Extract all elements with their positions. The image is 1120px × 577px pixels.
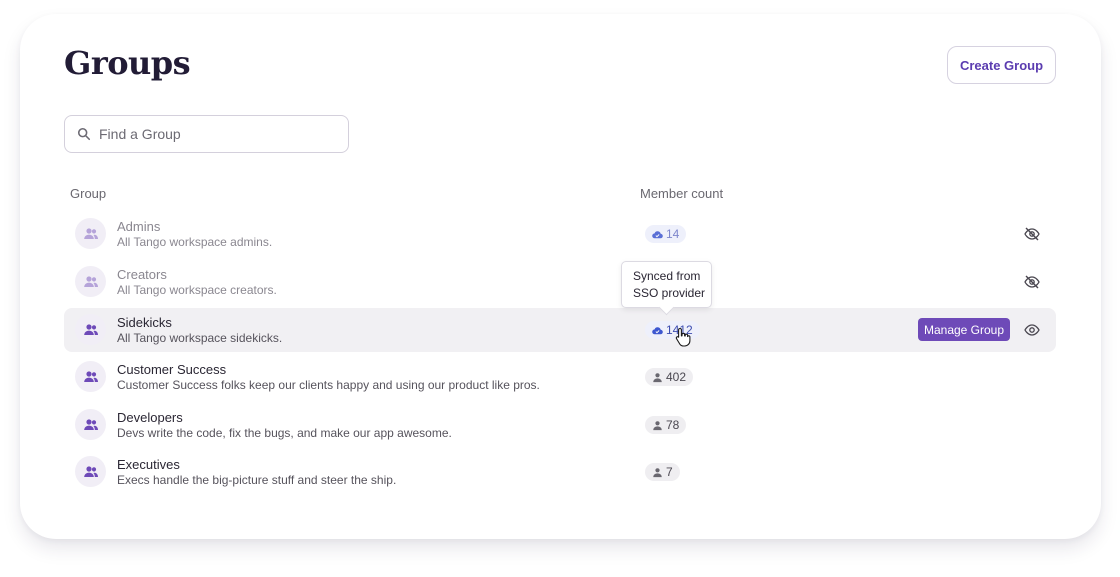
member-count-badge[interactable]: 402	[645, 368, 694, 386]
member-count: 14	[666, 227, 680, 241]
search-icon	[77, 127, 91, 141]
table-row-creators[interactable]: Creators All Tango workspace creators.	[64, 260, 1056, 304]
group-icon	[83, 465, 98, 477]
page-title: Groups	[64, 44, 191, 82]
person-icon	[653, 420, 662, 430]
tooltip-line-1: Synced from	[633, 269, 701, 283]
table-row-sidekicks[interactable]: Sidekicks All Tango workspace sidekicks.…	[64, 308, 1056, 352]
cloud-icon	[652, 326, 663, 334]
group-icon	[83, 227, 98, 239]
cloud-icon	[652, 230, 663, 238]
tooltip-line-2: SSO provider	[633, 286, 706, 300]
create-group-button[interactable]: Create Group	[947, 46, 1056, 84]
group-name: Sidekicks	[117, 315, 172, 330]
member-count: 78	[666, 418, 680, 432]
avatar	[75, 456, 106, 487]
member-count-badge[interactable]: 78	[645, 416, 687, 434]
group-name: Executives	[117, 457, 180, 472]
table-row-executives[interactable]: Executives Execs handle the big-picture …	[64, 450, 1056, 494]
group-icon	[83, 418, 98, 430]
member-count-badge[interactable]: 1412	[645, 321, 700, 339]
search-input[interactable]	[99, 126, 339, 142]
group-description: All Tango workspace creators.	[117, 283, 277, 297]
groups-card: Groups Create Group Group Member count A…	[20, 14, 1101, 539]
column-header-group: Group	[70, 186, 107, 201]
group-name: Creators	[117, 267, 167, 282]
person-icon	[653, 372, 662, 382]
group-icon	[83, 323, 98, 335]
group-description: All Tango workspace sidekicks.	[117, 331, 283, 345]
group-name: Customer Success	[117, 362, 227, 377]
table-row-admins[interactable]: Admins All Tango workspace admins. 14	[64, 212, 1056, 256]
hand-cursor-icon	[675, 327, 691, 347]
group-icon	[83, 370, 98, 382]
table-row-customer-success[interactable]: Customer Success Customer Success folks …	[64, 355, 1056, 399]
avatar	[75, 409, 106, 440]
group-name: Developers	[117, 410, 183, 425]
avatar	[75, 218, 106, 249]
group-description: All Tango workspace admins.	[117, 235, 273, 249]
member-count-badge[interactable]: 7	[645, 463, 680, 481]
group-name: Admins	[117, 219, 161, 234]
sync-tooltip: Synced from SSO provider	[621, 261, 712, 308]
avatar	[75, 266, 106, 297]
column-header-member-count: Member count	[640, 186, 724, 201]
group-icon	[83, 275, 98, 287]
member-count-badge[interactable]: 14	[645, 225, 687, 243]
member-count: 7	[666, 465, 673, 479]
eye-slash-icon[interactable]	[1024, 226, 1040, 242]
member-count: 402	[666, 370, 687, 384]
person-icon	[653, 467, 662, 477]
group-description: Customer Success folks keep our clients …	[117, 378, 540, 392]
eye-slash-icon[interactable]	[1024, 274, 1040, 290]
search-box[interactable]	[64, 115, 349, 153]
manage-group-button[interactable]: Manage Group	[918, 318, 1010, 341]
group-description: Execs handle the big-picture stuff and s…	[117, 473, 397, 487]
avatar	[75, 361, 106, 392]
avatar	[75, 314, 106, 345]
group-description: Devs write the code, fix the bugs, and m…	[117, 426, 452, 440]
eye-icon[interactable]	[1024, 322, 1040, 338]
table-row-developers[interactable]: Developers Devs write the code, fix the …	[64, 403, 1056, 447]
